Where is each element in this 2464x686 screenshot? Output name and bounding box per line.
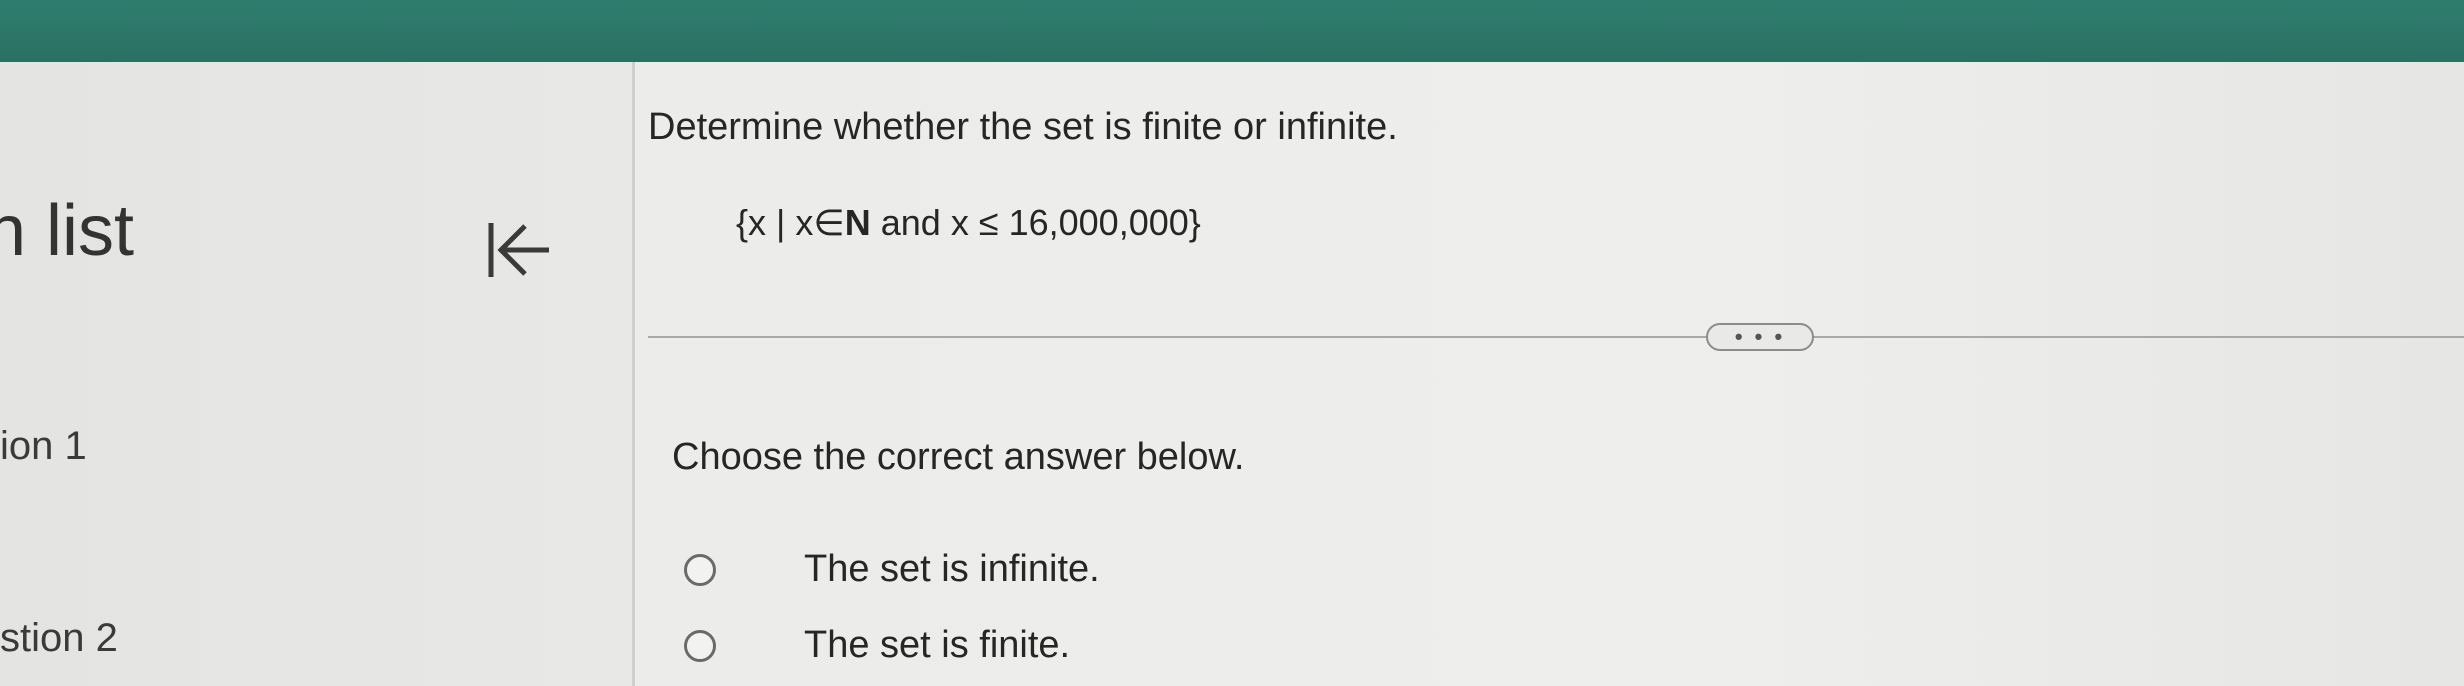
separator-line bbox=[648, 336, 2464, 338]
question-content-area bbox=[635, 62, 2464, 686]
answer-option-infinite[interactable]: The set is infinite. bbox=[684, 548, 1100, 591]
sidebar-item-question-1[interactable]: ion 1 bbox=[0, 424, 87, 469]
question-prompt: Determine whether the set is finite or i… bbox=[648, 106, 1398, 148]
set-expression-open: {x | x∈ bbox=[736, 202, 845, 243]
set-expression-rest: and x ≤ 16,000,000} bbox=[870, 202, 1201, 243]
answer-instruction: Choose the correct answer below. bbox=[672, 436, 1245, 478]
radio-button[interactable] bbox=[684, 629, 716, 662]
sidebar-item-question-2[interactable]: stion 2 bbox=[0, 616, 118, 661]
answer-option-label: The set is infinite. bbox=[804, 548, 1100, 590]
natural-numbers-symbol: N bbox=[844, 202, 871, 243]
answer-option-finite[interactable]: The set is finite. bbox=[684, 624, 1070, 667]
collapse-panel-button[interactable] bbox=[468, 210, 568, 290]
answer-option-label: The set is finite. bbox=[804, 624, 1071, 666]
radio-button[interactable] bbox=[684, 553, 716, 586]
top-header-bar bbox=[0, 0, 2464, 70]
more-dots-icon: • • • bbox=[1734, 324, 1786, 349]
more-options-button[interactable]: • • • bbox=[1706, 323, 1814, 351]
question-list-title: n list bbox=[0, 191, 135, 271]
question-list-panel: n list ion 1 stion 2 bbox=[0, 62, 632, 686]
collapse-left-icon bbox=[488, 223, 549, 277]
set-expression: {x | x∈N and x ≤ 16,000,000} bbox=[736, 202, 1201, 244]
